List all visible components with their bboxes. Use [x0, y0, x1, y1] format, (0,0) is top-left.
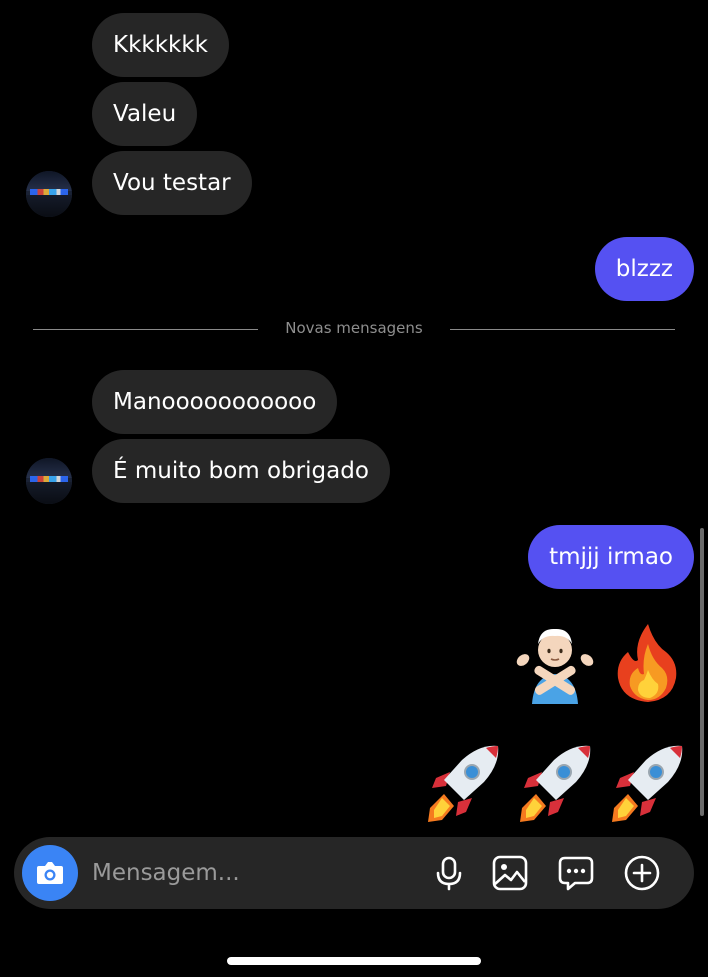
microphone-icon[interactable] [430, 854, 468, 892]
rocket-emoji[interactable] [512, 738, 598, 824]
fire-emoji[interactable] [604, 618, 690, 704]
contact-avatar[interactable] [26, 171, 72, 217]
rocket-emoji[interactable] [604, 738, 690, 824]
message-text: É muito bom obrigado [113, 458, 369, 484]
sticker-icon[interactable] [557, 854, 595, 892]
message-text: blzzz [615, 256, 673, 282]
message-composer [14, 837, 694, 909]
camera-button[interactable] [22, 845, 78, 901]
sent-message[interactable]: blzzz [594, 237, 694, 301]
home-indicator[interactable] [227, 957, 481, 965]
received-message[interactable]: É muito bom obrigado [92, 439, 390, 503]
camera-icon [37, 862, 63, 884]
divider-line-left [33, 329, 258, 330]
message-text: Vou testar [113, 170, 231, 196]
contact-avatar[interactable] [26, 458, 72, 504]
received-message[interactable]: Manooooooooooo [92, 370, 338, 434]
received-message[interactable]: Valeu [92, 82, 198, 146]
scrollbar[interactable] [700, 528, 704, 816]
message-text: Manooooooooooo [113, 389, 317, 415]
divider-line-right [450, 329, 675, 330]
message-text: tmjjj irmao [549, 544, 673, 570]
new-messages-divider: Novas mensagens [285, 319, 423, 337]
received-message[interactable]: Kkkkkkk [92, 13, 229, 77]
message-input[interactable] [92, 855, 412, 891]
sent-message[interactable]: tmjjj irmao [528, 525, 694, 589]
person-gesturing-no-emoji[interactable] [512, 618, 598, 704]
gallery-icon[interactable] [491, 854, 529, 892]
message-text: Valeu [113, 101, 177, 127]
add-icon[interactable] [623, 854, 661, 892]
received-message[interactable]: Vou testar [92, 151, 252, 215]
rocket-emoji[interactable] [420, 738, 506, 824]
message-text: Kkkkkkk [113, 32, 208, 58]
